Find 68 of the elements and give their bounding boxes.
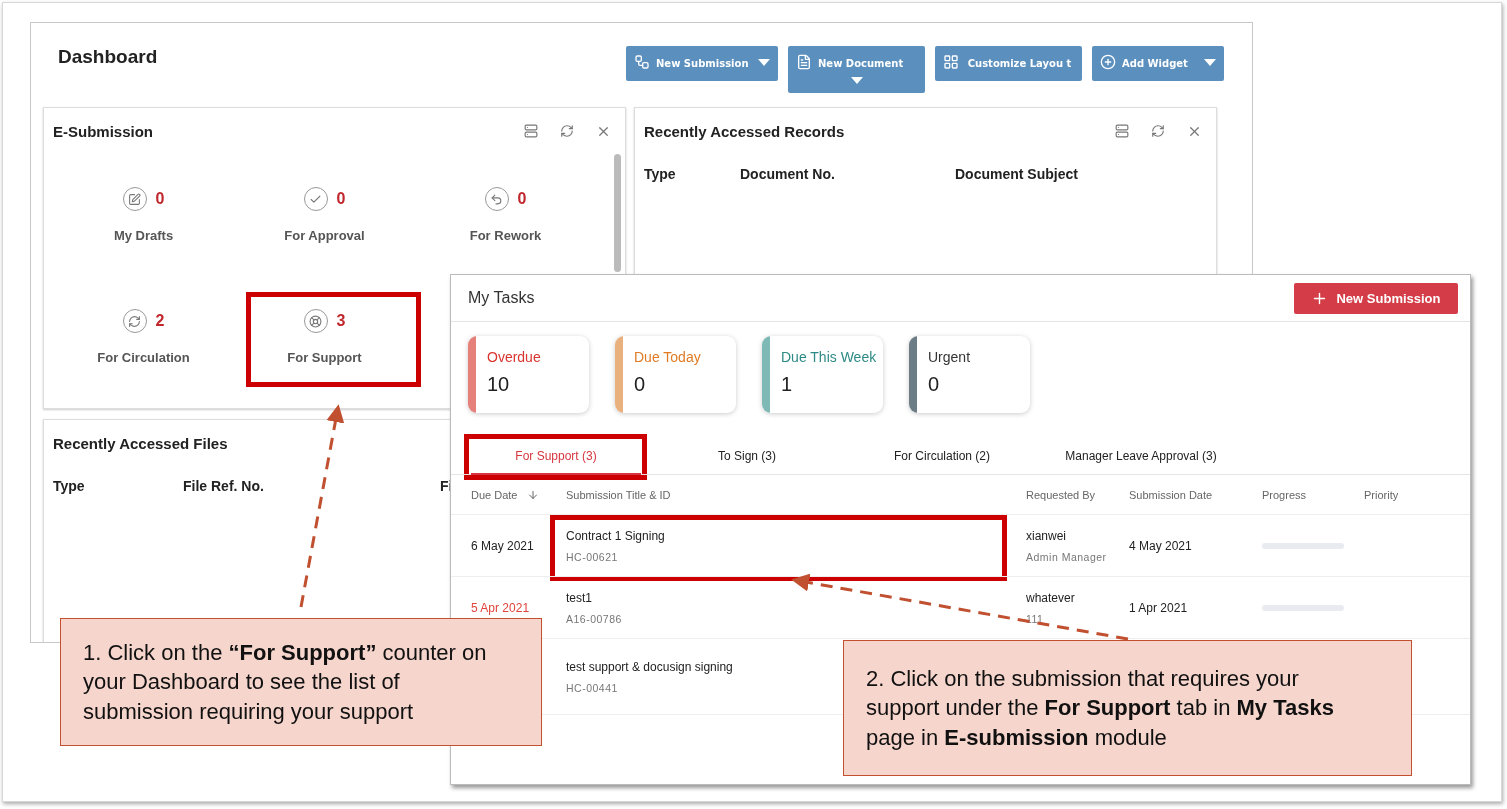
submission-title[interactable]: test support & docusign signing xyxy=(566,659,733,674)
instruction-tooltip: 1. Click on the “For Support” counter on your Dashboard to see the list of submission requiring your support xyxy=(60,618,542,746)
refresh-icon[interactable] xyxy=(560,123,574,138)
requester-role: Admin Manager xyxy=(1026,550,1107,563)
stat-card[interactable]: Urgent 0 xyxy=(909,336,1030,413)
tab[interactable]: To Sign (3) xyxy=(641,439,853,475)
column-header: Document No. xyxy=(740,166,836,182)
stat-value: 10 xyxy=(487,373,511,396)
column-header: File Ref. No. xyxy=(183,478,265,494)
stack-icon[interactable] xyxy=(1115,123,1129,138)
stat-label: Overdue xyxy=(487,349,541,365)
column-header[interactable]: Due Date xyxy=(471,488,518,501)
column-header: Submission Date xyxy=(1129,488,1214,501)
stat-value: 0 xyxy=(634,373,647,396)
submission-id: HC-00621 xyxy=(566,550,618,563)
page-title: Dashboard xyxy=(58,46,159,68)
button-icon xyxy=(634,54,650,70)
stat-card[interactable]: Due This Week 1 xyxy=(762,336,883,413)
button-icon xyxy=(796,54,812,70)
stat-value: 1 xyxy=(781,373,794,396)
button-icon xyxy=(943,54,959,70)
tab[interactable]: For Circulation (2) xyxy=(853,439,1031,475)
counter-label[interactable]: For Support xyxy=(287,350,362,365)
submission-date: 4 May 2021 xyxy=(1129,538,1193,553)
tab[interactable]: Manager Leave Approval (3) xyxy=(1031,439,1251,475)
counter-label[interactable]: For Rework xyxy=(469,228,542,243)
due-date: 6 May 2021 xyxy=(471,538,535,553)
instruction-tooltip: 2. Click on the submission that requires your support under the For Support tab in My Tasks page in E-submission module xyxy=(843,640,1412,776)
stat-label: Due This Week xyxy=(781,349,877,365)
counter-value[interactable]: 2 xyxy=(155,312,165,330)
stat-label: Urgent xyxy=(928,349,971,365)
submission-id: HC-00441 xyxy=(566,681,618,694)
button-icon xyxy=(1100,54,1116,70)
stat-card[interactable]: Overdue 10 xyxy=(468,336,589,413)
requester-name: xianwei xyxy=(1026,528,1067,543)
submission-date: 1 Apr 2021 xyxy=(1129,600,1189,615)
refresh-icon[interactable] xyxy=(1151,123,1165,138)
stat-value: 0 xyxy=(928,373,941,396)
tab[interactable]: For Support (3) xyxy=(471,439,641,475)
submission-title[interactable]: test1 xyxy=(566,590,592,605)
counter-value[interactable]: 0 xyxy=(336,190,346,208)
widget-title: Recently Accessed Files xyxy=(53,434,229,452)
stat-label: Due Today xyxy=(634,349,701,365)
column-header: Requested By xyxy=(1026,488,1097,501)
counter-label[interactable]: For Approval xyxy=(284,228,365,243)
scrollbar[interactable] xyxy=(614,154,621,272)
due-date: 5 Apr 2021 xyxy=(471,600,531,615)
sort-icon[interactable] xyxy=(527,488,540,501)
column-header: Progress xyxy=(1262,488,1308,501)
window-title: My Tasks xyxy=(468,289,535,307)
column-header: Type xyxy=(644,166,677,182)
column-header: Submission Title & ID xyxy=(566,488,672,501)
requester-name: whatever xyxy=(1026,590,1075,605)
counter-value[interactable]: 0 xyxy=(155,190,165,208)
counter-value[interactable]: 3 xyxy=(336,312,346,330)
counter-label[interactable]: For Circulation xyxy=(97,350,190,365)
column-header: Priority xyxy=(1364,488,1400,501)
widget-title: E-Submission xyxy=(53,122,154,140)
widget-title: Recently Accessed Records xyxy=(644,122,846,140)
column-header: Document Subject xyxy=(955,166,1079,182)
counter-value[interactable]: 0 xyxy=(517,190,527,208)
column-header: Type xyxy=(53,478,86,494)
submission-title[interactable]: Contract 1 Signing xyxy=(566,528,665,543)
submission-id: A16-00786 xyxy=(566,612,622,625)
stack-icon[interactable] xyxy=(524,123,538,138)
stat-card[interactable]: Due Today 0 xyxy=(615,336,736,413)
counter-label[interactable]: My Drafts xyxy=(113,228,174,243)
new-submission-button[interactable]: New Submission xyxy=(1294,282,1458,314)
